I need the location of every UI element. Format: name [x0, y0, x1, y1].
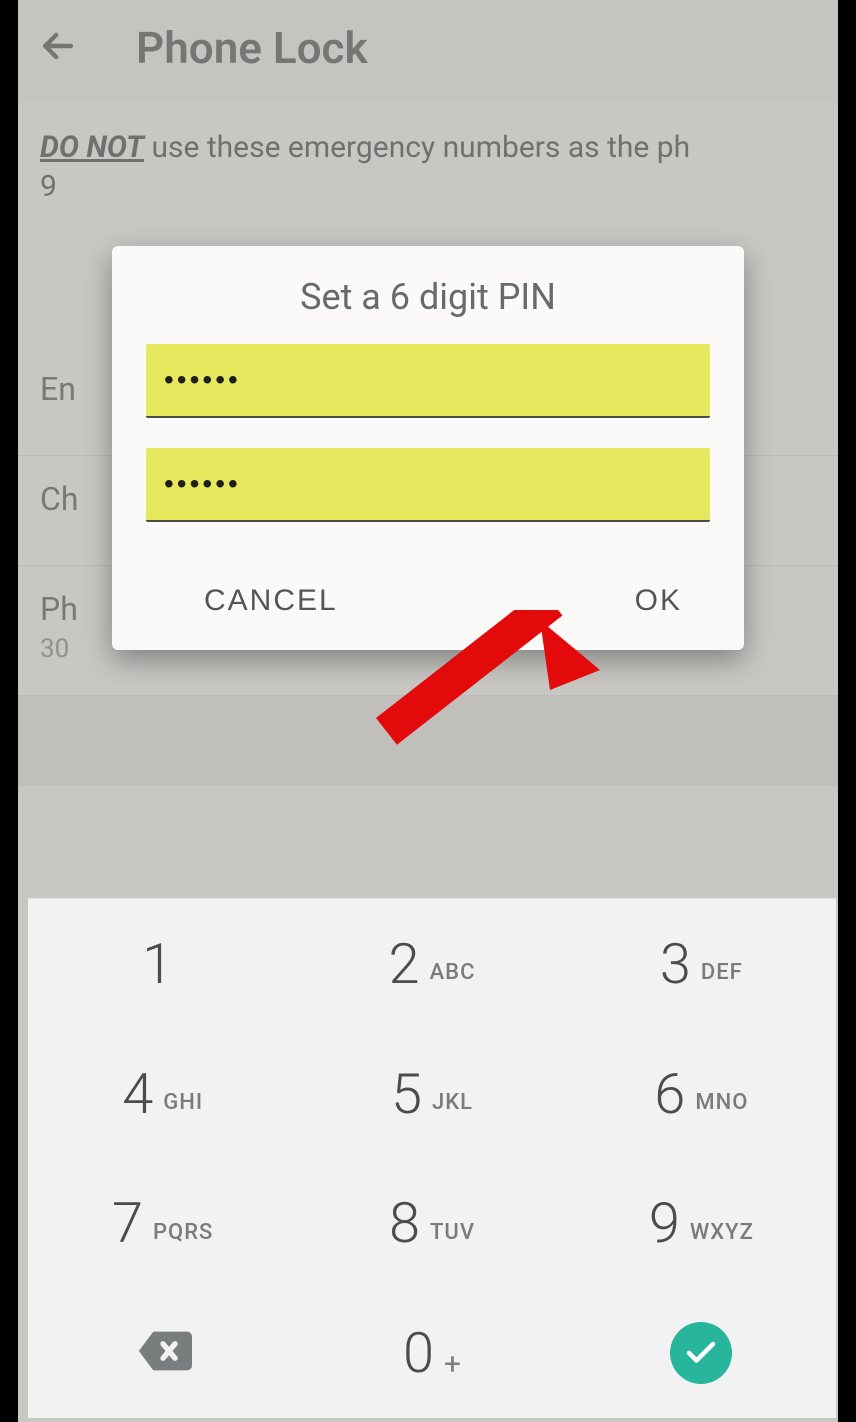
- key-9[interactable]: 9WXYZ: [567, 1159, 836, 1289]
- pin-input-1[interactable]: [146, 344, 710, 418]
- dialog-actions: CANCEL OK: [146, 552, 710, 636]
- key-1[interactable]: 1: [28, 899, 297, 1029]
- dialog-title: Set a 6 digit PIN: [146, 276, 710, 318]
- cancel-button[interactable]: CANCEL: [204, 584, 338, 618]
- key-4[interactable]: 4GHI: [28, 1029, 297, 1159]
- key-6[interactable]: 6MNO: [567, 1029, 836, 1159]
- key-backspace[interactable]: [28, 1288, 297, 1418]
- key-3[interactable]: 3DEF: [567, 899, 836, 1029]
- key-8[interactable]: 8TUV: [297, 1159, 566, 1289]
- key-5[interactable]: 5JKL: [297, 1029, 566, 1159]
- backspace-icon: [134, 1322, 192, 1384]
- numeric-keypad: 1 2ABC 3DEF 4GHI 5JKL 6MNO 7PQRS 8TUV 9W…: [28, 898, 836, 1418]
- key-confirm[interactable]: [567, 1288, 836, 1418]
- set-pin-dialog: Set a 6 digit PIN CANCEL OK: [112, 246, 744, 650]
- ok-button[interactable]: OK: [635, 584, 682, 618]
- pin-input-2[interactable]: [146, 448, 710, 522]
- key-2[interactable]: 2ABC: [297, 899, 566, 1029]
- key-7[interactable]: 7PQRS: [28, 1159, 297, 1289]
- check-icon: [670, 1322, 732, 1384]
- key-0[interactable]: 0+: [297, 1288, 566, 1418]
